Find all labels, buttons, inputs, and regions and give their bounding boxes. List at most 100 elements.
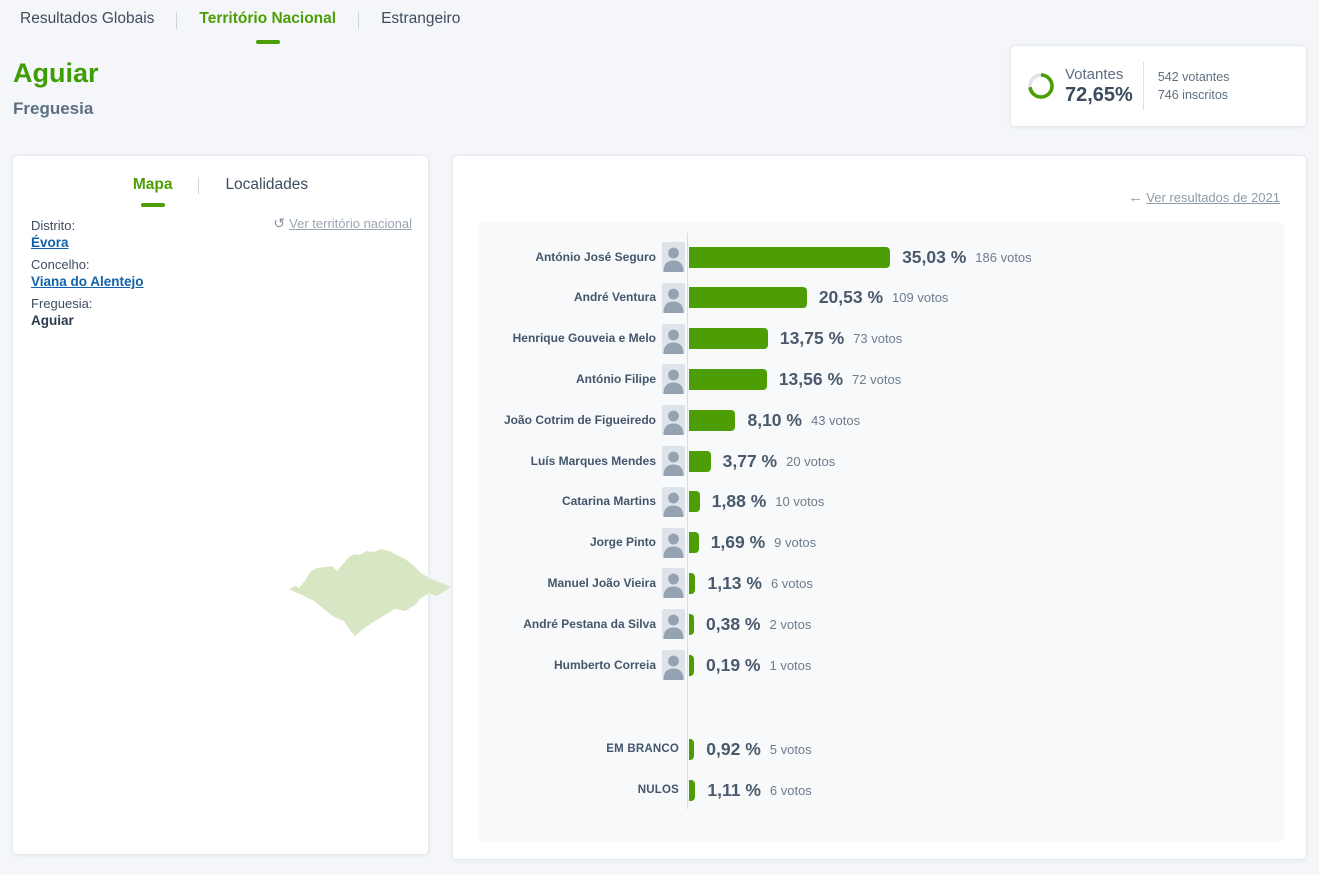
- parish-label: Freguesia:: [31, 296, 144, 311]
- result-bar: [689, 287, 807, 308]
- nav-divider: [176, 12, 177, 29]
- nav-divider: [358, 12, 359, 29]
- candidate-name: Henrique Gouveia e Melo: [479, 332, 656, 345]
- result-bar: [689, 655, 694, 676]
- candidate-row: António Filipe 13,56 % 72 votos: [479, 362, 1284, 396]
- result-votes: 20 votos: [786, 454, 835, 469]
- turnout-label: Votantes: [1065, 66, 1133, 83]
- special-row: EM BRANCO 0,92 % 5 votos: [479, 732, 1284, 766]
- special-label: NULOS: [479, 784, 679, 797]
- result-percent: 3,77 %: [723, 451, 777, 472]
- turnout-divider: [1143, 62, 1144, 110]
- view-national-territory-link[interactable]: ↺ Ver território nacional: [273, 215, 412, 232]
- result-percent: 0,38 %: [706, 614, 760, 635]
- candidate-photo: [662, 487, 685, 517]
- result-votes: 5 votos: [770, 742, 812, 757]
- chart-axis: [687, 233, 688, 809]
- parish-value: Aguiar: [31, 313, 144, 328]
- candidate-name: António Filipe: [479, 373, 656, 386]
- tab-resultados-globais[interactable]: Resultados Globais: [20, 10, 154, 30]
- result-percent: 1,69 %: [711, 532, 765, 553]
- left-arrow-icon: ←: [1128, 189, 1143, 206]
- map-panel: Mapa Localidades ↺ Ver território nacion…: [12, 155, 429, 855]
- tab-localidades[interactable]: Localidades: [225, 176, 308, 194]
- candidate-photo: [662, 242, 685, 272]
- candidate-row: André Ventura 20,53 % 109 votos: [479, 281, 1284, 315]
- undo-icon: ↺: [273, 215, 285, 232]
- result-bar: [689, 532, 699, 553]
- registered-count: 746 inscritos: [1158, 86, 1230, 104]
- page-title: Aguiar: [13, 58, 99, 89]
- result-percent: 0,92 %: [706, 739, 760, 760]
- candidate-photo: [662, 528, 685, 558]
- result-percent: 8,10 %: [747, 410, 801, 431]
- candidate-name: Manuel João Vieira: [479, 577, 656, 590]
- result-percent: 13,75 %: [780, 328, 844, 349]
- tab-mapa[interactable]: Mapa: [133, 176, 173, 194]
- view-2021-results-link[interactable]: ← Ver resultados de 2021: [1128, 189, 1280, 206]
- candidate-name: André Ventura: [479, 291, 656, 304]
- page-subtitle: Freguesia: [13, 99, 93, 119]
- parish-map-shape[interactable]: [289, 542, 464, 647]
- turnout-counts: 542 votantes 746 inscritos: [1158, 68, 1230, 104]
- result-votes: 10 votos: [775, 494, 824, 509]
- municipality-link[interactable]: Viana do Alentejo: [31, 274, 144, 289]
- candidate-photo: [662, 405, 685, 435]
- candidate-photo: [662, 324, 685, 354]
- turnout-summary: Votantes 72,65%: [1065, 66, 1133, 107]
- municipality-label: Concelho:: [31, 257, 144, 272]
- link-label: Ver território nacional: [289, 216, 412, 231]
- candidate-name: André Pestana da Silva: [479, 618, 656, 631]
- candidate-photo: [662, 650, 685, 680]
- top-nav: Resultados Globais Território Nacional E…: [20, 10, 460, 30]
- district-link[interactable]: Évora: [31, 235, 69, 250]
- result-votes: 186 votos: [975, 250, 1031, 265]
- results-chart: António José Seguro 35,03 % 186 votos An…: [479, 223, 1284, 841]
- result-bar: [689, 491, 700, 512]
- result-votes: 6 votos: [771, 576, 813, 591]
- result-bar: [689, 328, 768, 349]
- result-percent: 35,03 %: [902, 247, 966, 268]
- candidate-row: Humberto Correia 0,19 % 1 votos: [479, 648, 1284, 682]
- candidate-name: Jorge Pinto: [479, 536, 656, 549]
- tab-estrangeiro[interactable]: Estrangeiro: [381, 10, 460, 30]
- result-bar: [689, 410, 735, 431]
- result-percent: 13,56 %: [779, 369, 843, 390]
- active-tab-underline: [256, 40, 280, 44]
- candidate-name: António José Seguro: [479, 251, 656, 264]
- candidate-row: Luís Marques Mendes 3,77 % 20 votos: [479, 444, 1284, 478]
- result-percent: 0,19 %: [706, 655, 760, 676]
- tab-territorio-nacional[interactable]: Território Nacional: [199, 10, 336, 30]
- district-label: Distrito:: [31, 218, 144, 233]
- result-percent: 1,88 %: [712, 491, 766, 512]
- candidate-photo: [662, 568, 685, 598]
- voters-count: 542 votantes: [1158, 68, 1230, 86]
- candidate-row: João Cotrim de Figueiredo 8,10 % 43 voto…: [479, 403, 1284, 437]
- link-label: Ver resultados de 2021: [1146, 190, 1280, 205]
- candidate-row: Henrique Gouveia e Melo 13,75 % 73 votos: [479, 322, 1284, 356]
- result-votes: 43 votos: [811, 413, 860, 428]
- candidate-row: António José Seguro 35,03 % 186 votos: [479, 240, 1284, 274]
- candidate-name: Catarina Martins: [479, 495, 656, 508]
- map-panel-tabs: Mapa Localidades: [13, 176, 428, 194]
- result-percent: 1,11 %: [707, 780, 761, 801]
- result-bar: [689, 247, 890, 268]
- special-row: NULOS 1,11 % 6 votos: [479, 773, 1284, 807]
- result-bar: [689, 614, 694, 635]
- tab-label: Território Nacional: [199, 10, 336, 27]
- result-bar: [689, 369, 767, 390]
- candidate-row: Catarina Martins 1,88 % 10 votos: [479, 485, 1284, 519]
- turnout-donut-chart: [1027, 72, 1055, 100]
- candidate-photo: [662, 283, 685, 313]
- result-votes: 73 votos: [853, 331, 902, 346]
- result-votes: 109 votos: [892, 290, 948, 305]
- result-votes: 9 votos: [774, 535, 816, 550]
- result-percent: 1,13 %: [707, 573, 761, 594]
- candidate-photo: [662, 609, 685, 639]
- turnout-card: Votantes 72,65% 542 votantes 746 inscrit…: [1010, 45, 1307, 127]
- special-label: EM BRANCO: [479, 743, 679, 756]
- candidate-name: Humberto Correia: [479, 659, 656, 672]
- result-votes: 72 votos: [852, 372, 901, 387]
- candidate-row: Manuel João Vieira 1,13 % 6 votos: [479, 566, 1284, 600]
- page: Resultados Globais Território Nacional E…: [0, 0, 1319, 875]
